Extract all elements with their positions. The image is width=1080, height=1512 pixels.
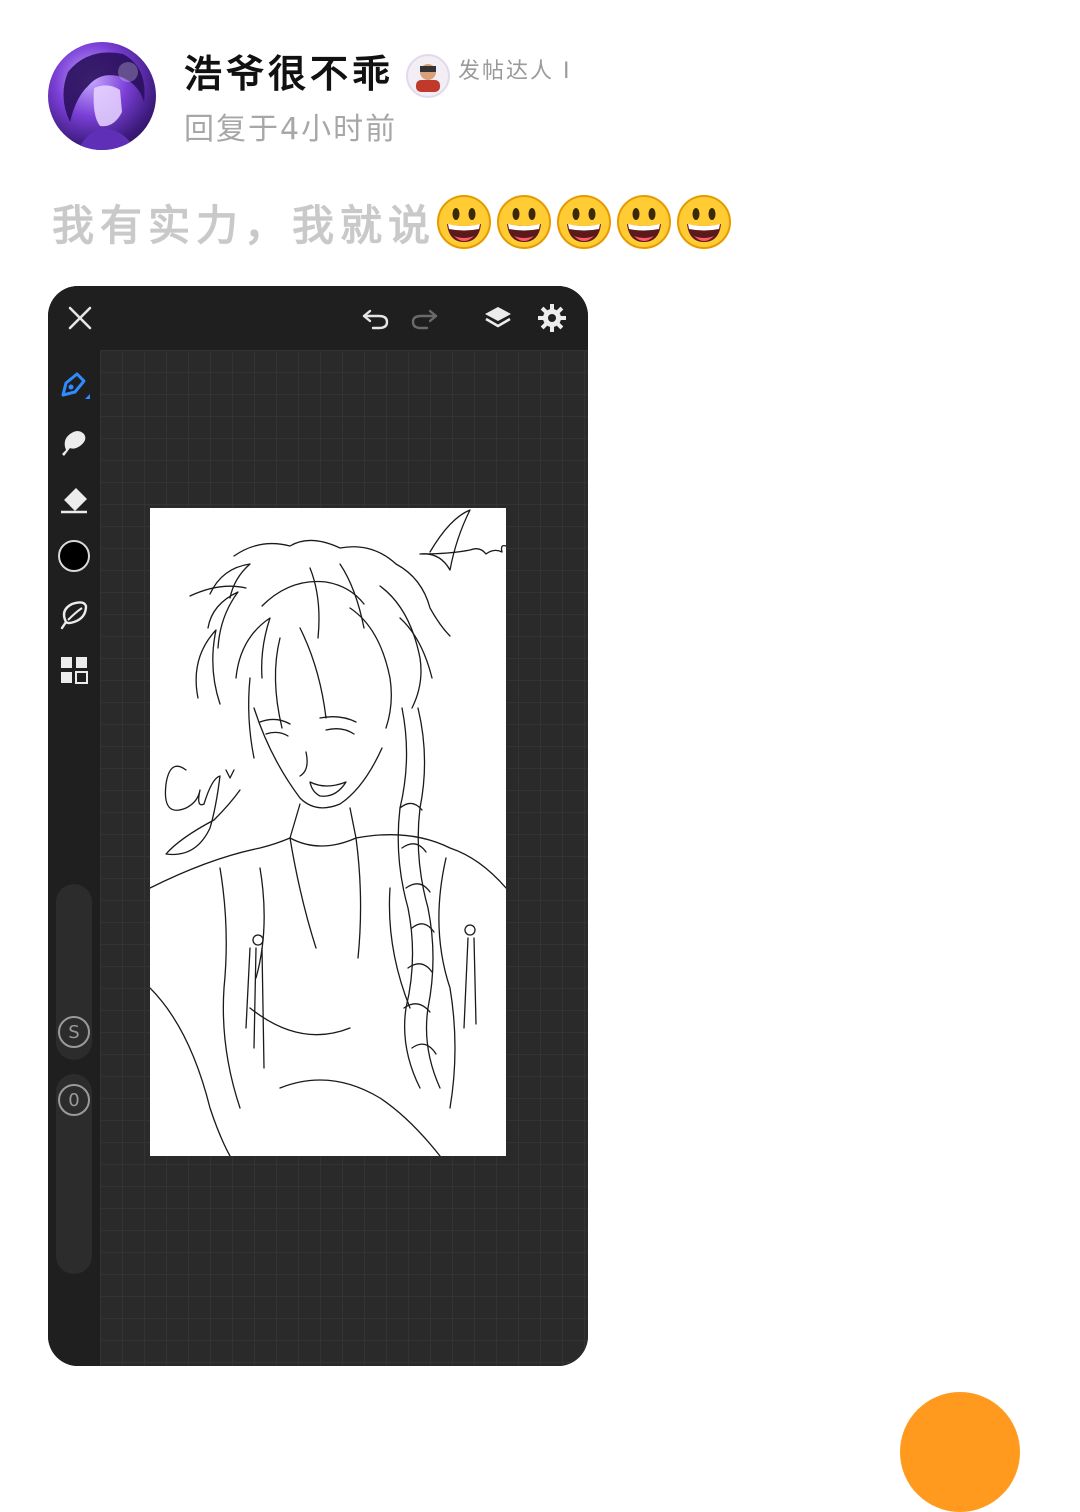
eraser-icon[interactable]: [56, 482, 92, 518]
floating-action-button[interactable]: [900, 1392, 1020, 1512]
post-content: 我有实力，我就说: [52, 190, 732, 254]
badge-icon: [406, 54, 450, 98]
lasso-icon[interactable]: [56, 596, 92, 632]
reply-time: 回复于4小时前: [184, 112, 398, 147]
opacity-handle[interactable]: 0: [58, 1084, 90, 1116]
post-header: 浩爷很不乖 发帖达人 I 回复于4小时前: [48, 42, 1048, 162]
avatar[interactable]: [48, 42, 156, 150]
badge-label: 发帖达人 I: [458, 59, 572, 84]
color-swatch[interactable]: [56, 538, 92, 574]
line-art-drawing: [149, 509, 507, 1157]
grinning-face-emoji-icon: [437, 195, 492, 249]
grinning-face-emoji-icon: [557, 195, 612, 249]
grinning-face-emoji-icon: [617, 195, 672, 249]
avatar-illustration: [63, 52, 145, 150]
close-icon[interactable]: [60, 298, 100, 338]
layers-icon[interactable]: [478, 298, 518, 338]
app-toolbar: [48, 286, 588, 350]
brush-size-handle[interactable]: S: [58, 1016, 90, 1048]
pen-icon[interactable]: [56, 368, 92, 404]
drawing-canvas[interactable]: [149, 508, 507, 1157]
post-text: 我有实力，我就说: [52, 200, 437, 250]
username[interactable]: 浩爷很不乖: [184, 46, 394, 102]
smudge-icon[interactable]: [56, 424, 92, 460]
grid-icon[interactable]: [56, 652, 92, 688]
settings-icon[interactable]: [532, 298, 572, 338]
tool-sidebar: S 0: [48, 350, 100, 1366]
undo-icon[interactable]: [356, 298, 396, 338]
emoji-row: [436, 194, 732, 250]
opacity-slider[interactable]: 0: [56, 1074, 92, 1274]
grinning-face-emoji-icon: [677, 195, 732, 249]
redo-icon[interactable]: [404, 298, 444, 338]
grinning-face-emoji-icon: [497, 195, 552, 249]
brush-size-slider[interactable]: S: [56, 884, 92, 1060]
